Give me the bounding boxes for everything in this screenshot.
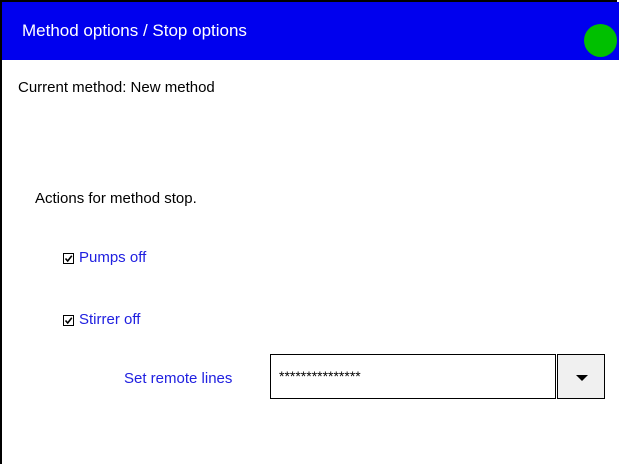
status-indicator xyxy=(584,24,617,57)
remote-lines-label: Set remote lines xyxy=(124,370,233,387)
page-title: Method options / Stop options xyxy=(22,21,247,40)
remote-lines-dropdown-button[interactable] xyxy=(557,354,605,399)
stirrer-off-label[interactable]: Stirrer off xyxy=(79,311,140,329)
remote-lines-select[interactable]: *************** xyxy=(270,354,556,399)
section-label: Actions for method stop. xyxy=(35,190,197,207)
pumps-off-option[interactable]: Pumps off xyxy=(63,249,146,267)
remote-lines-value: *************** xyxy=(279,368,361,384)
stirrer-off-option[interactable]: Stirrer off xyxy=(63,311,140,329)
current-method-label: Current method: New method xyxy=(18,79,215,96)
check-icon xyxy=(64,316,73,324)
check-icon xyxy=(64,254,73,262)
chevron-down-icon xyxy=(576,375,588,381)
title-bar: Method options / Stop options xyxy=(2,2,619,60)
pumps-off-label[interactable]: Pumps off xyxy=(79,249,146,267)
stirrer-off-checkbox[interactable] xyxy=(63,314,74,326)
pumps-off-checkbox[interactable] xyxy=(63,252,74,264)
